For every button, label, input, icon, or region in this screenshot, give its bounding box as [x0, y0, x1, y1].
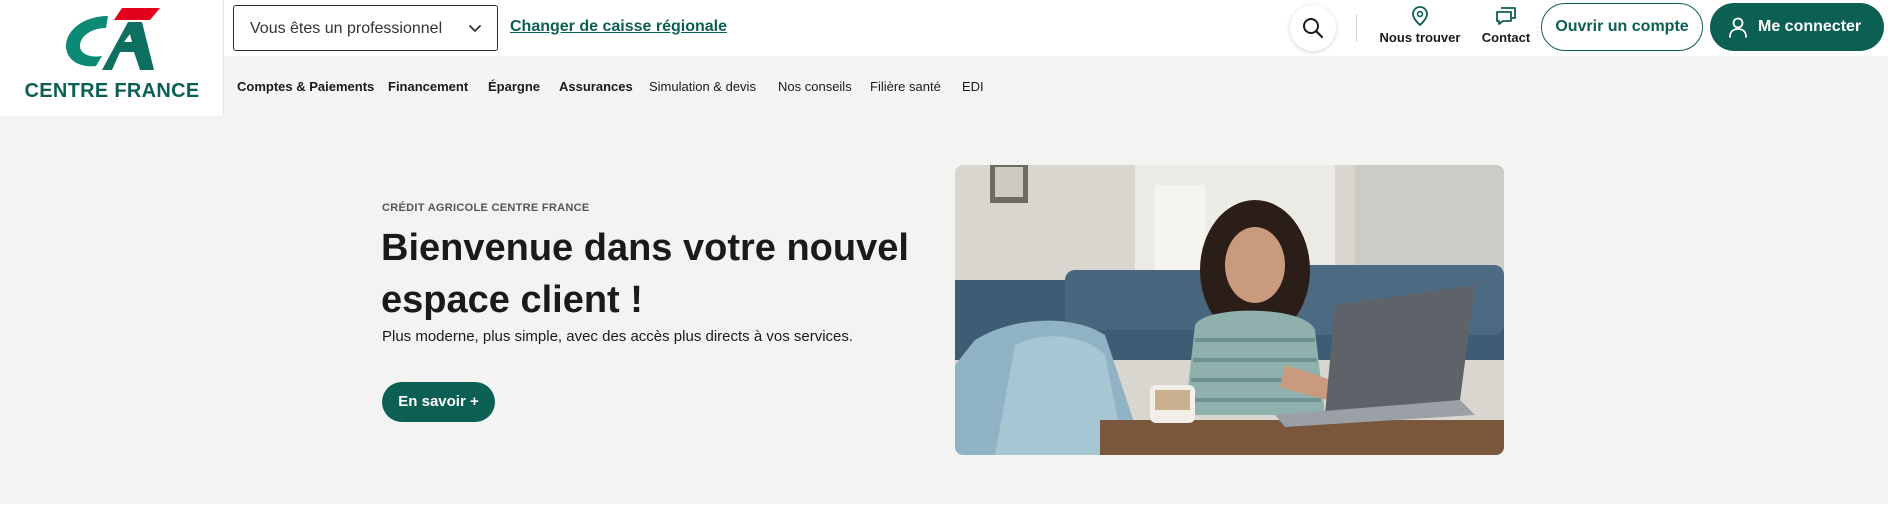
hero-section	[0, 116, 1888, 504]
login-label: Me connecter	[1758, 18, 1862, 35]
main-nav: Comptes & Paiements Financement Épargne …	[224, 56, 1888, 116]
nav-item-conseils[interactable]: Nos conseils	[778, 79, 852, 94]
nav-item-financement[interactable]: Financement	[388, 79, 468, 94]
open-account-button[interactable]: Ouvrir un compte	[1541, 3, 1703, 51]
search-icon	[1303, 18, 1324, 39]
find-us-link[interactable]: Nous trouver	[1376, 6, 1464, 45]
location-pin-icon	[1412, 6, 1428, 26]
nav-item-epargne[interactable]: Épargne	[488, 79, 540, 94]
top-bar: Vous êtes un professionnel Changer de ca…	[224, 0, 1888, 56]
hero-subtitle: Plus moderne, plus simple, avec des accè…	[382, 328, 854, 345]
find-us-label: Nous trouver	[1379, 30, 1461, 45]
contact-link[interactable]: Contact	[1478, 6, 1534, 45]
nav-item-edi[interactable]: EDI	[962, 79, 984, 94]
ca-logo-icon	[66, 8, 160, 70]
chat-icon	[1496, 7, 1516, 25]
site-header: CENTRE FRANCE Vous êtes un professionnel…	[0, 0, 1888, 116]
search-button[interactable]	[1290, 5, 1336, 51]
nav-item-assurances[interactable]: Assurances	[559, 79, 633, 94]
hero-title: Bienvenue dans votre nouvel espace clien…	[381, 227, 909, 321]
hero-image	[955, 165, 1504, 455]
logo-link[interactable]: CENTRE FRANCE	[0, 0, 224, 116]
change-region-link[interactable]: Changer de caisse régionale	[510, 18, 727, 36]
contact-label: Contact	[1481, 30, 1531, 45]
chevron-down-icon	[469, 25, 481, 32]
nav-item-simulation[interactable]: Simulation & devis	[649, 79, 756, 94]
profile-select-value: Vous êtes un professionnel	[250, 20, 443, 37]
login-button[interactable]: Me connecter	[1710, 3, 1884, 51]
header-divider	[1356, 14, 1357, 42]
nav-item-comptes[interactable]: Comptes & Paiements	[237, 79, 374, 94]
brand-name: CENTRE FRANCE	[24, 80, 200, 102]
user-icon	[1729, 17, 1747, 38]
nav-item-filiere-sante[interactable]: Filière santé	[870, 79, 941, 94]
profile-select[interactable]: Vous êtes un professionnel	[233, 5, 498, 51]
hero-eyebrow: CRÉDIT AGRICOLE CENTRE FRANCE	[382, 202, 590, 214]
learn-more-button[interactable]: En savoir +	[382, 382, 495, 422]
